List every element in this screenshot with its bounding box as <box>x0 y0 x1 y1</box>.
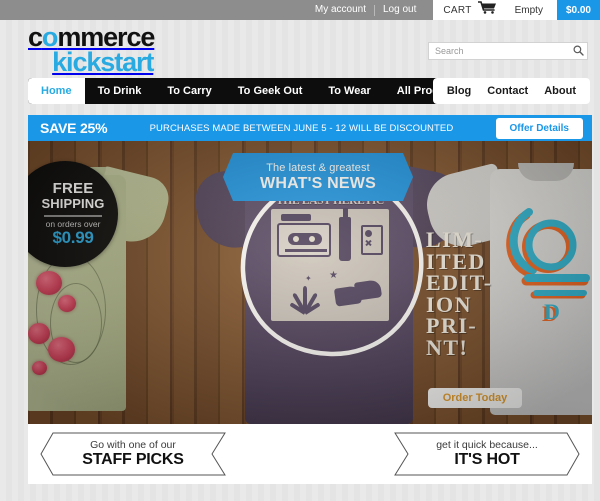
cart-status-label: Empty <box>514 4 543 16</box>
cassette-base <box>285 249 327 252</box>
crown-icon <box>281 214 311 221</box>
logo-line-2: kickstart <box>52 46 154 77</box>
utility-bar: My account Log out CART Empty $0.00 <box>0 0 600 20</box>
staff-picks-subtitle: Go with one of our <box>90 439 176 451</box>
limited-line-5: PRI- <box>426 313 478 339</box>
sneaker-icon-2 <box>353 279 383 301</box>
svg-text:D: D <box>544 299 560 324</box>
search-icon <box>573 44 584 59</box>
navigation-row: Home To Drink To Carry To Geek Out To We… <box>0 78 600 104</box>
nav-item-contact[interactable]: Contact <box>479 78 536 104</box>
cassette-hole-left <box>293 236 299 242</box>
cart-label: CART <box>443 4 472 16</box>
staff-picks-title: STAFF PICKS <box>82 451 184 468</box>
its-hot-ribbon[interactable]: get it quick because... IT'S HOT <box>394 432 580 476</box>
site-logo[interactable]: commerce kickstart <box>28 22 155 77</box>
cassette-tape-icon <box>277 223 331 257</box>
shirt-left-rose-4 <box>48 337 75 362</box>
nav-item-blog[interactable]: Blog <box>439 78 479 104</box>
shipping-line-1: FREE <box>52 180 94 198</box>
limited-line-6: NT! <box>426 334 469 360</box>
limited-line-4: ION <box>426 291 473 317</box>
search-input[interactable] <box>429 43 569 59</box>
site-header: commerce kickstart <box>0 20 600 78</box>
xo-icon <box>361 225 383 255</box>
promo-banner: SAVE 25% PURCHASES MADE BETWEEN JUNE 5 -… <box>28 115 592 141</box>
xo-circle <box>365 230 372 237</box>
whats-news-subtitle: The latest & greatest <box>266 161 370 174</box>
shipping-threshold-price: $0.99 <box>52 227 94 247</box>
shirt-left-rose-2 <box>58 295 76 312</box>
secondary-navigation: Blog Contact About <box>432 78 590 104</box>
limited-line-3: EDIT- <box>426 270 493 296</box>
shipping-line-2: SHIPPING <box>41 196 105 212</box>
search-submit-button[interactable] <box>569 43 587 59</box>
page-root: My account Log out CART Empty $0.00 comm… <box>0 0 600 501</box>
utility-bar-filler <box>0 0 298 20</box>
cart-button[interactable]: CART <box>433 0 507 20</box>
my-account-link[interactable]: My account <box>307 0 374 20</box>
star-icon-2: ✦ <box>305 274 312 283</box>
nav-item-to-wear[interactable]: To Wear <box>315 78 383 104</box>
limited-line-1: LIM- <box>426 227 484 252</box>
nav-item-to-drink[interactable]: To Drink <box>85 78 155 104</box>
account-links: My account Log out <box>297 0 434 20</box>
nav-item-home[interactable]: Home <box>28 78 85 104</box>
limited-edition-headline: LIM- ITED EDIT- ION PRI- NT! <box>426 229 512 358</box>
shirt-left-rose-3 <box>28 323 50 344</box>
cassette-hole-right <box>309 236 315 242</box>
cart-status: Empty <box>506 0 557 20</box>
hero-banner[interactable]: THE LAST HERETIC ★ ✦ D D FREE SHIPPING o… <box>28 141 592 424</box>
bottle-icon <box>339 208 351 261</box>
cart-total-amount: $0.00 <box>565 4 591 16</box>
promo-save-headline: SAVE 25% <box>40 120 108 136</box>
main-navigation: Home To Drink To Carry To Geek Out To We… <box>28 78 475 104</box>
order-today-button[interactable]: Order Today <box>428 388 522 408</box>
its-hot-subtitle: get it quick because... <box>436 439 538 451</box>
shirt-left-rose-5 <box>32 361 47 375</box>
whats-news-title: WHAT'S NEWS <box>260 174 376 192</box>
its-hot-title: IT'S HOT <box>454 451 520 468</box>
bottom-promo-strip: Go with one of our STAFF PICKS get it qu… <box>28 424 592 484</box>
promo-message: PURCHASES MADE BETWEEN JUNE 5 - 12 WILL … <box>149 122 454 134</box>
shirt-left-rose-1 <box>36 271 62 295</box>
shopping-cart-icon <box>476 1 497 19</box>
shirt-print-artwork: ★ ✦ <box>271 208 389 321</box>
nav-item-to-geek-out[interactable]: To Geek Out <box>225 78 316 104</box>
offer-details-button[interactable]: Offer Details <box>495 117 583 139</box>
whats-news-badge[interactable]: The latest & greatest WHAT'S NEWS <box>223 153 413 201</box>
search-bar[interactable] <box>428 42 588 60</box>
logo-text-pre: c <box>28 22 43 52</box>
shipping-divider <box>44 214 102 217</box>
nav-item-about[interactable]: About <box>536 78 584 104</box>
staff-picks-ribbon[interactable]: Go with one of our STAFF PICKS <box>40 432 226 476</box>
log-out-link[interactable]: Log out <box>375 0 424 20</box>
cart-total-badge[interactable]: $0.00 <box>556 0 600 20</box>
star-icon-1: ★ <box>329 270 338 281</box>
nav-item-to-carry[interactable]: To Carry <box>154 78 224 104</box>
limited-line-2: ITED <box>426 248 486 274</box>
